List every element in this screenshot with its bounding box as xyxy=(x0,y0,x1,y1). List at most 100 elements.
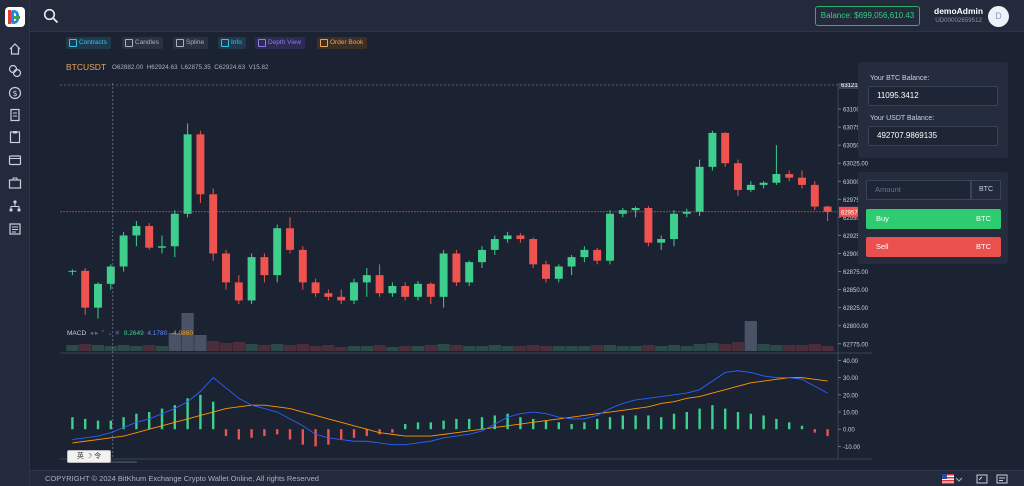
tab-candles[interactable]: Candles xyxy=(122,37,163,49)
volume-bar xyxy=(488,345,501,351)
buy-unit: BTC xyxy=(976,214,991,223)
volume-bar xyxy=(821,346,834,351)
candle-body xyxy=(106,266,115,284)
price-tick-label: 63025.00 xyxy=(843,162,869,168)
candle-body xyxy=(644,208,653,243)
macd-histogram-bar xyxy=(532,418,535,430)
volume-bar xyxy=(693,344,706,351)
macd-histogram-bar xyxy=(634,415,637,430)
card-list-icon[interactable] xyxy=(8,222,22,236)
candle-body xyxy=(68,270,77,272)
macd-histogram-bar xyxy=(250,429,253,438)
tab-label: Info xyxy=(231,39,242,46)
home-icon[interactable] xyxy=(8,42,22,56)
coins-icon[interactable] xyxy=(8,64,22,78)
balance-badge[interactable]: Balance: $699,056,610.43 xyxy=(815,6,920,26)
chart-container: Contracts Candles Spline Info Depth View Orde… xyxy=(30,32,872,463)
search-icon[interactable] xyxy=(43,8,59,24)
macd-tick-label: 10.00 xyxy=(843,411,859,417)
volume-bar xyxy=(271,344,284,351)
amount-input[interactable]: Amount xyxy=(866,180,971,200)
dollar-icon[interactable]: $ xyxy=(8,86,22,100)
tab-icon xyxy=(125,39,133,47)
logo[interactable] xyxy=(5,7,25,27)
avatar[interactable]: D xyxy=(988,6,1009,27)
volume-bar xyxy=(501,346,514,351)
candle-body xyxy=(81,270,90,308)
price-chart[interactable]: 63100.0063075.0063050.0063025.0063000.00… xyxy=(60,83,872,463)
buy-label: Buy xyxy=(876,214,889,223)
volume-bar xyxy=(424,345,437,351)
wallet-icon[interactable] xyxy=(8,153,22,167)
volume-bar xyxy=(296,344,309,351)
language-toggle[interactable]: 英 ☽ 令 xyxy=(67,450,111,463)
candle-body xyxy=(234,282,243,301)
candle-body xyxy=(785,174,794,178)
volume-bar xyxy=(603,345,617,351)
usdt-balance-value: 492707.9869135 xyxy=(868,126,998,146)
volume-bar xyxy=(117,345,130,351)
candle-body xyxy=(119,235,128,267)
volume-bar xyxy=(309,346,322,351)
volume-bar xyxy=(731,342,745,351)
macd-histogram-bar xyxy=(698,408,701,430)
macd-histogram-bar xyxy=(685,412,688,430)
wallet-panel: Your BTC Balance: 11095.3412 Your USDT B… xyxy=(858,62,1008,158)
chevron-down-icon[interactable] xyxy=(955,474,963,484)
us-flag-icon[interactable] xyxy=(942,474,954,484)
macd-histogram-bar xyxy=(199,394,202,430)
user-name: demoAdmin xyxy=(934,6,984,16)
macd-tick-label: 0.00 xyxy=(843,428,855,434)
volume-bar xyxy=(552,346,565,351)
macd-histogram-bar xyxy=(711,405,714,430)
document-icon[interactable] xyxy=(8,108,22,122)
fullscreen-icon[interactable] xyxy=(976,474,988,484)
volume-bar xyxy=(194,335,207,351)
volume-bar xyxy=(386,347,399,351)
volume-bar xyxy=(437,344,450,351)
macd-histogram-bar xyxy=(327,429,330,445)
tab-depth-view[interactable]: Depth View xyxy=(255,37,306,49)
tab-contracts[interactable]: Contracts xyxy=(66,37,111,49)
tab-spline[interactable]: Spline xyxy=(173,37,209,49)
volume-bar xyxy=(66,345,79,351)
candle-body xyxy=(606,213,614,261)
macd-histogram-bar xyxy=(416,422,420,430)
price-tick-label: 62775.00 xyxy=(843,342,869,348)
tab-label: Candles xyxy=(135,39,159,46)
macd-legend-controls-icon[interactable]: ◂ ▸ ⌃ ⌄ ✕ xyxy=(90,330,120,337)
candle-body xyxy=(478,249,486,263)
macd-histogram-bar xyxy=(647,415,650,430)
candle-body xyxy=(260,257,269,276)
candle-body xyxy=(94,283,102,308)
candle-body xyxy=(695,166,704,212)
sell-button[interactable]: Sell BTC xyxy=(866,237,1001,257)
legend-close: C62924.63 xyxy=(214,64,246,71)
briefcase-icon[interactable] xyxy=(8,176,22,190)
settings-icon[interactable] xyxy=(996,474,1008,484)
volume-bar xyxy=(539,346,553,351)
volume-bar xyxy=(232,342,245,351)
candle-body xyxy=(298,249,307,283)
macd-histogram-bar xyxy=(263,429,266,437)
macd-histogram-bar xyxy=(749,413,752,430)
buy-button[interactable]: Buy BTC xyxy=(866,209,1001,229)
usdt-balance-label: Your USDT Balance: xyxy=(870,115,935,122)
tab-order-book[interactable]: Order Book xyxy=(317,37,368,49)
clipboard-icon[interactable] xyxy=(8,130,22,144)
macd-histogram-bar xyxy=(672,413,676,430)
volume-bar xyxy=(680,346,693,351)
tab-info[interactable]: Info xyxy=(218,37,246,49)
macd-histogram-bar xyxy=(608,417,612,430)
macd-tick-label: 20.00 xyxy=(843,393,859,399)
candle-body xyxy=(132,226,141,236)
price-tick-label: 62875.00 xyxy=(843,270,869,276)
candle-body xyxy=(311,282,320,294)
network-icon[interactable] xyxy=(8,199,22,213)
volume-bar xyxy=(347,346,361,351)
legend-low: L62875.35 xyxy=(180,64,211,71)
macd-histogram-bar xyxy=(506,413,509,430)
amount-unit: BTC xyxy=(971,180,1001,200)
volume-bar xyxy=(463,346,476,351)
candle-body xyxy=(810,184,819,207)
